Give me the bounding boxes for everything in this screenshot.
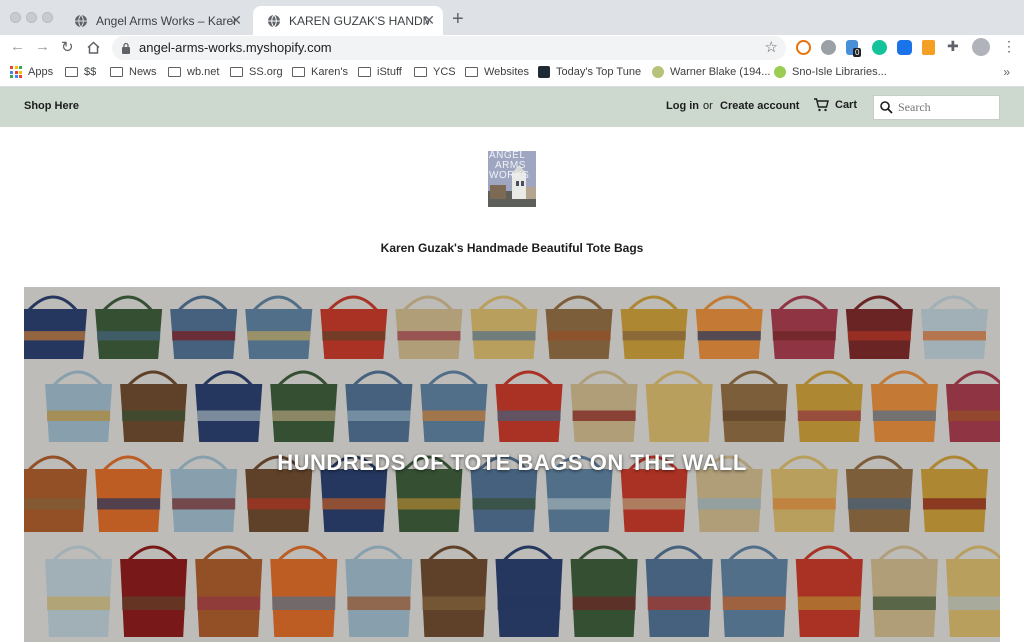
tab-close-icon[interactable]: ✕	[423, 12, 435, 29]
cart-label: Cart	[835, 99, 858, 111]
site-icon	[652, 66, 664, 78]
forward-arrow-icon[interactable]: →	[35, 38, 50, 55]
bookmark-label: SS.org	[249, 66, 283, 78]
bookmark-folder[interactable]: $$	[65, 66, 96, 78]
folder-icon	[358, 67, 371, 77]
folder-icon	[230, 67, 243, 77]
bookmark-folder[interactable]: Websites	[465, 66, 529, 78]
url-text: angel-arms-works.myshopify.com	[139, 40, 332, 55]
bookmark-site[interactable]: Sno-Isle Libraries...	[774, 66, 887, 78]
cart-link[interactable]: Cart	[813, 98, 857, 112]
bookmark-folder[interactable]: iStuff	[358, 66, 402, 78]
bookmark-label: Websites	[484, 66, 530, 78]
address-bar[interactable]: angel-arms-works.myshopify.com ☆	[112, 36, 786, 60]
search-box[interactable]	[873, 95, 1000, 120]
extension-shield-icon[interactable]	[897, 40, 912, 55]
create-account-link[interactable]: Create account	[720, 100, 799, 112]
bookmark-folder[interactable]: News	[110, 66, 157, 78]
folder-icon	[168, 67, 181, 77]
tab-title: Angel Arms Works – Karen Guzak Handmade …	[96, 13, 236, 28]
browser-tab-angel-arms[interactable]: Angel Arms Works – Karen Guzak Handmade …	[60, 6, 250, 35]
hero-title: HUNDREDS OF TOTE BAGS ON THE WALL	[277, 450, 747, 475]
globe-icon	[75, 14, 87, 27]
bookmark-folder[interactable]: wb.net	[168, 66, 219, 78]
tab-close-icon[interactable]: ✕	[230, 12, 242, 29]
minimize-window-button[interactable]	[26, 12, 37, 23]
globe-icon	[268, 14, 280, 27]
browser-tab-karen-guzak[interactable]: KAREN GUZAK'S HANDMADE BEAUTIFUL TOTE BA…	[253, 6, 443, 35]
shop-here-link[interactable]: Shop Here	[24, 100, 79, 112]
more-bookmarks-chevron-icon[interactable]: »	[1003, 65, 1010, 79]
site-logo[interactable]: ANGEL ARMS WORKS	[488, 151, 536, 207]
hero-banner[interactable]: HUNDREDS OF TOTE BAGS ON THE WALL	[24, 287, 1000, 642]
logo-text: ANGEL ARMS WORKS	[489, 151, 529, 181]
browser-tab-strip: Angel Arms Works – Karen Guzak Handmade …	[0, 0, 1024, 35]
search-icon[interactable]	[880, 101, 893, 114]
bookmark-folder[interactable]: YCS	[414, 66, 456, 78]
bookmark-folder[interactable]: Karen's	[292, 66, 348, 78]
folder-icon	[110, 67, 123, 77]
folder-icon	[292, 67, 305, 77]
bookmark-label: Karen's	[311, 66, 348, 78]
extensions-puzzle-icon[interactable]: ✚	[947, 38, 959, 55]
bookmark-label: YCS	[433, 66, 456, 78]
site-icon	[538, 66, 550, 78]
new-tab-icon[interactable]: +	[452, 8, 464, 31]
apps-grid-icon	[10, 66, 22, 78]
bookmark-apps[interactable]: Apps	[10, 66, 53, 78]
bookmark-label: News	[129, 66, 157, 78]
lock-icon[interactable]	[121, 42, 131, 54]
folder-icon	[65, 67, 78, 77]
or-text: or	[703, 100, 713, 112]
extension-badge: 0	[853, 48, 862, 57]
bookmark-label: wb.net	[187, 66, 220, 78]
site-tagline: Karen Guzak's Handmade Beautiful Tote Ba…	[380, 241, 644, 255]
cart-icon	[814, 98, 829, 112]
grammarly-icon[interactable]	[872, 40, 887, 55]
bookmark-label: Sno-Isle Libraries...	[792, 66, 887, 78]
bookmarks-bar: Apps $$ News wb.net SS.org Karen's iStuf…	[0, 61, 1024, 87]
logo-word: WORKS	[489, 170, 530, 181]
bookmark-label: Apps	[28, 66, 54, 78]
bookmark-site[interactable]: Warner Blake (194...	[652, 66, 770, 78]
site-icon	[774, 66, 786, 78]
extension-grey-icon[interactable]	[821, 40, 836, 55]
extension-honey-icon[interactable]	[796, 40, 811, 55]
tab-title: KAREN GUZAK'S HANDMADE BEAUTIFUL TOTE BA…	[289, 13, 429, 28]
reload-icon[interactable]: ↻	[61, 38, 74, 56]
bookmark-label: $$	[84, 66, 97, 78]
bookmark-folder[interactable]: SS.org	[230, 66, 283, 78]
folder-icon	[414, 67, 427, 77]
close-window-button[interactable]	[10, 12, 21, 23]
browser-toolbar: ← → ↻ angel-arms-works.myshopify.com ☆ 0…	[0, 35, 1024, 61]
search-input[interactable]	[896, 99, 996, 116]
site-header: Shop Here Log in or Create account Cart	[0, 87, 1024, 127]
back-arrow-icon[interactable]: ←	[10, 38, 25, 55]
login-link[interactable]: Log in	[666, 100, 699, 112]
bookmark-label: iStuff	[377, 66, 402, 78]
zoom-window-button[interactable]	[42, 12, 53, 23]
bookmark-site[interactable]: Today's Top Tune	[538, 66, 641, 78]
bookmark-label: Warner Blake (194...	[670, 66, 771, 78]
extension-orange-icon[interactable]	[922, 40, 935, 55]
profile-avatar[interactable]	[972, 38, 990, 56]
home-icon[interactable]	[86, 40, 101, 55]
bookmark-star-icon[interactable]: ☆	[765, 38, 778, 56]
bookmark-label: Today's Top Tune	[556, 66, 642, 78]
menu-kebab-icon[interactable]: ⋮	[1002, 38, 1016, 55]
folder-icon	[465, 67, 478, 77]
